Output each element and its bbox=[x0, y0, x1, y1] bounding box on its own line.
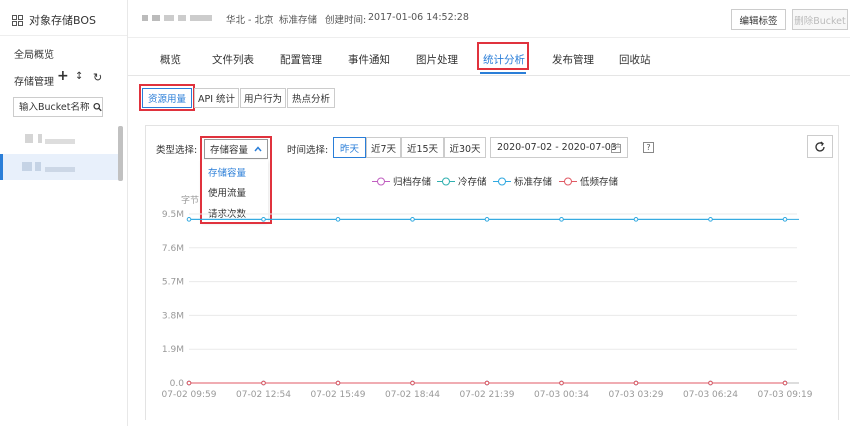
bucket-header: 华北 - 北京 标准存储 创建时间: 2017-01-06 14:52:28 编… bbox=[128, 0, 850, 38]
time-30days-button[interactable]: 近30天 bbox=[444, 137, 486, 158]
tab-file-list[interactable]: 文件列表 bbox=[212, 52, 254, 67]
calendar-icon bbox=[611, 143, 621, 153]
type-select-label: 类型选择: bbox=[156, 145, 198, 156]
tab-config[interactable]: 配置管理 bbox=[280, 52, 322, 67]
app-title: 对象存储BOS bbox=[12, 12, 96, 28]
legend-item-archive[interactable]: 归档存储 bbox=[372, 174, 431, 188]
main-tabs: 概览 文件列表 配置管理 事件通知 图片处理 统计分析 发布管理 回收站 bbox=[128, 37, 850, 76]
blurred-bucket-name bbox=[25, 134, 33, 143]
tab-recycle-bin[interactable]: 回收站 bbox=[619, 52, 651, 67]
blurred-bucket-name bbox=[152, 15, 160, 21]
legend-item-cold[interactable]: 冷存储 bbox=[437, 174, 487, 188]
blurred-bucket-name bbox=[35, 162, 41, 171]
grid-icon bbox=[12, 14, 23, 26]
blurred-bucket-name bbox=[22, 162, 32, 171]
date-range-picker[interactable]: 2020-07-02 - 2020-07-03 bbox=[490, 137, 628, 158]
divider bbox=[0, 35, 127, 36]
date-range-text: 2020-07-02 - 2020-07-03 bbox=[497, 142, 617, 153]
blurred-bucket-name bbox=[38, 134, 42, 143]
search-icon[interactable] bbox=[93, 101, 102, 113]
tab-event-notify[interactable]: 事件通知 bbox=[348, 52, 390, 67]
bucket-list-item[interactable] bbox=[0, 127, 117, 153]
blurred-bucket-name bbox=[190, 15, 212, 21]
tab-overview[interactable]: 概览 bbox=[160, 52, 181, 67]
legend-item-standard[interactable]: 标准存储 bbox=[493, 174, 552, 188]
time-7days-button[interactable]: 近7天 bbox=[366, 137, 401, 158]
legend-label: 归档存储 bbox=[393, 177, 432, 188]
sidebar-scrollbar[interactable] bbox=[118, 126, 123, 181]
select-highlight-box bbox=[200, 136, 272, 224]
subtab-hotspot[interactable]: 热点分析 bbox=[287, 88, 335, 108]
sort-icon[interactable]: ↕ bbox=[75, 71, 83, 82]
bucket-search-input[interactable] bbox=[14, 101, 93, 113]
delete-bucket-button[interactable]: 删除Bucket bbox=[792, 9, 848, 30]
bucket-list-item-selected[interactable] bbox=[0, 154, 120, 180]
subtab-highlight-box bbox=[139, 84, 195, 111]
tab-publish[interactable]: 发布管理 bbox=[552, 52, 594, 67]
app-title-text: 对象存储BOS bbox=[29, 14, 96, 27]
subtab-user-behavior[interactable]: 用户行为 bbox=[240, 88, 286, 108]
blurred-bucket-name bbox=[178, 15, 186, 21]
tab-image-process[interactable]: 图片处理 bbox=[416, 52, 458, 67]
help-icon[interactable]: ? bbox=[643, 142, 654, 153]
tab-highlight-box bbox=[477, 42, 529, 70]
region-text: 华北 - 北京 bbox=[226, 15, 274, 26]
refresh-icon bbox=[815, 140, 825, 152]
created-time: 2017-01-06 14:52:28 bbox=[368, 12, 469, 23]
blurred-bucket-name bbox=[45, 167, 75, 172]
storage-class-text: 标准存储 bbox=[279, 15, 318, 26]
legend-item-infrequent[interactable]: 低频存储 bbox=[559, 174, 618, 188]
add-bucket-button[interactable]: + bbox=[57, 68, 69, 84]
bucket-search-box bbox=[13, 97, 103, 117]
legend-label: 标准存储 bbox=[514, 177, 553, 188]
created-label: 创建时间: bbox=[325, 15, 367, 26]
tab-active-indicator bbox=[480, 72, 526, 74]
time-select-label: 时间选择: bbox=[287, 145, 329, 156]
time-yesterday-button[interactable]: 昨天 bbox=[333, 137, 366, 158]
sidebar-item-storage-manage[interactable]: 存储管理 bbox=[14, 73, 54, 88]
edit-tags-button[interactable]: 编辑标签 bbox=[731, 9, 786, 30]
blurred-bucket-name bbox=[142, 15, 148, 21]
sidebar-item-global-overview[interactable]: 全局概览 bbox=[14, 46, 54, 61]
legend-marker bbox=[559, 177, 577, 185]
time-15days-button[interactable]: 近15天 bbox=[401, 137, 444, 158]
refresh-icon[interactable]: ↻ bbox=[93, 71, 102, 84]
legend-label: 冷存储 bbox=[458, 177, 487, 188]
chart-refresh-button[interactable] bbox=[807, 135, 833, 158]
blurred-bucket-name bbox=[45, 139, 75, 144]
blurred-bucket-name bbox=[164, 15, 174, 21]
subtab-api-stats[interactable]: API 统计 bbox=[194, 88, 239, 108]
legend-label: 低频存储 bbox=[580, 177, 619, 188]
legend-marker bbox=[372, 177, 390, 185]
sidebar: 对象存储BOS 全局概览 存储管理 + ↕ ↻ bbox=[0, 0, 128, 426]
legend-marker bbox=[493, 177, 511, 185]
legend-marker bbox=[437, 177, 455, 185]
